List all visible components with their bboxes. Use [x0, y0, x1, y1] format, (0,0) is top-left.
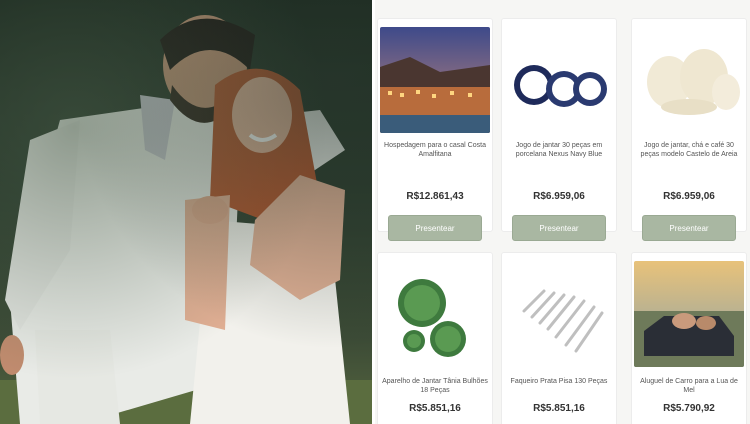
gift-card[interactable]: Jogo de jantar 30 peças em porcelana Nex…: [501, 18, 617, 241]
gift-price: R$5.851,16: [533, 403, 585, 414]
couple-photo: [0, 0, 372, 424]
plates-cream-icon: [634, 27, 744, 133]
plates-green-icon: [380, 261, 490, 367]
gift-button[interactable]: Presentear: [388, 215, 482, 241]
gift-card[interactable]: Hospedagem para o casal Costa Amalfitana…: [377, 18, 493, 241]
gift-card[interactable]: Faqueiro Prata Pisa 130 Peças R$5.851,16: [501, 252, 617, 424]
car-photo-icon: [634, 261, 744, 367]
gift-list: Hospedagem para o casal Costa Amalfitana…: [375, 0, 750, 424]
gift-name: Hospedagem para o casal Costa Amalfitana: [384, 142, 486, 158]
gift-price: R$6.959,06: [533, 191, 585, 202]
gift-name: Aparelho de Jantar Tânia Bulhões 18 Peça…: [382, 378, 488, 394]
gift-button[interactable]: Presentear: [512, 215, 606, 241]
gift-name: Aluguel de Carro para a Lua de Mel: [640, 378, 738, 394]
gift-price: R$5.790,92: [663, 403, 715, 414]
gift-price: R$5.851,16: [409, 403, 461, 414]
gift-card[interactable]: Aparelho de Jantar Tânia Bulhões 18 Peça…: [377, 252, 493, 424]
gift-name: Jogo de jantar, chá e café 30 peças mode…: [640, 142, 738, 158]
hotel-photo-icon: [380, 27, 490, 133]
gift-price: R$12.861,43: [406, 191, 464, 202]
gift-name: Faqueiro Prata Pisa 130 Peças: [510, 378, 608, 385]
gift-button[interactable]: Presentear: [642, 215, 736, 241]
gift-price: R$6.959,06: [663, 191, 715, 202]
gift-card[interactable]: Aluguel de Carro para a Lua de Mel R$5.7…: [631, 252, 747, 424]
cutlery-icon: [504, 261, 614, 367]
plates-navy-icon: [504, 27, 614, 133]
gift-card[interactable]: Jogo de jantar, chá e café 30 peças mode…: [631, 18, 747, 241]
gift-name: Jogo de jantar 30 peças em porcelana Nex…: [515, 142, 603, 158]
